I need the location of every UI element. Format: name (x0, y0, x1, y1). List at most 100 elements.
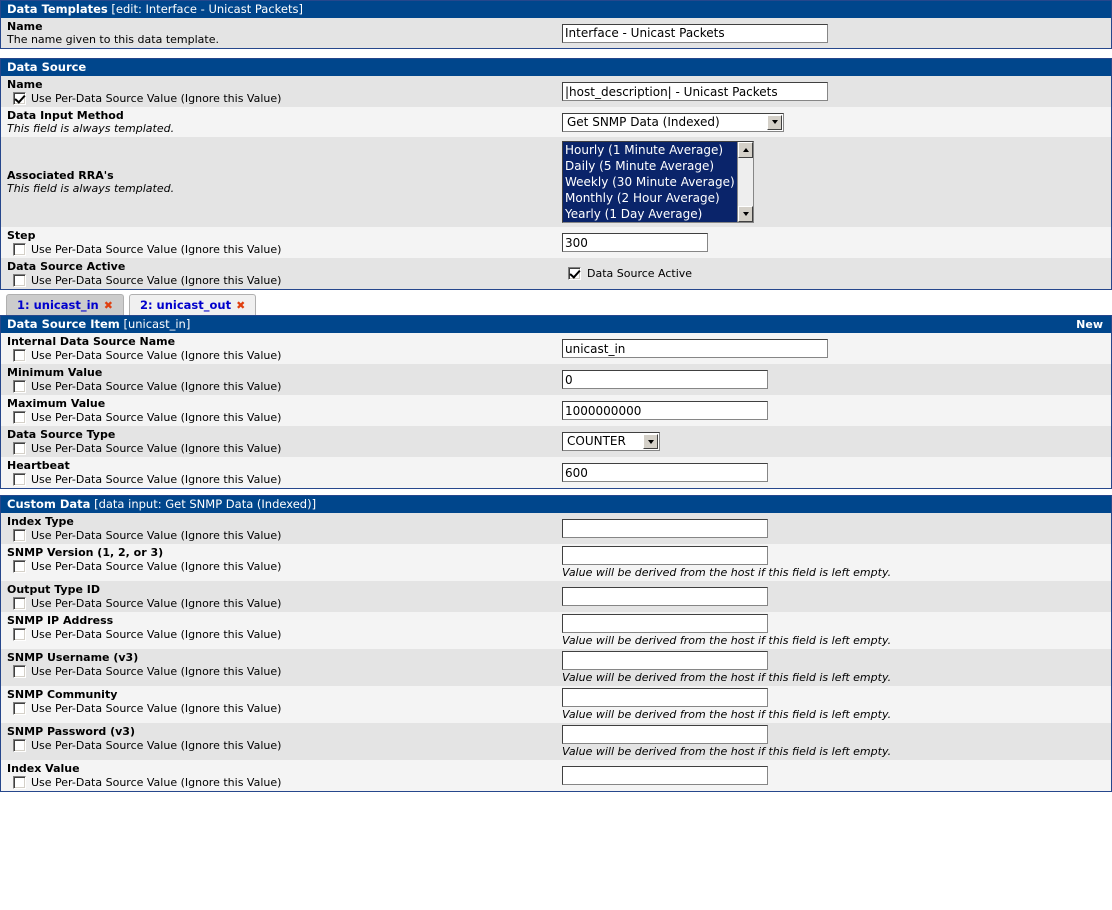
ds-active-per-ds-line[interactable]: Use Per-Data Source Value (Ignore this V… (7, 274, 556, 287)
ds-rra-option[interactable]: Monthly (2 Hour Average) (563, 190, 737, 206)
cd-snmp-ip-right: Value will be derived from the host if t… (556, 612, 1111, 649)
cd-index-value-per-ds-line[interactable]: Use Per-Data Source Value (Ignore this V… (7, 776, 556, 789)
dsi-type-right: COUNTER (556, 426, 1111, 457)
cd-snmp-ip-row: SNMP IP Address Use Per-Data Source Valu… (1, 612, 1111, 649)
ds-rra-option[interactable]: Hourly (1 Minute Average) (563, 142, 737, 158)
cd-snmp-ip-input[interactable] (562, 614, 768, 633)
ds-name-per-ds-line[interactable]: Use Per-Data Source Value (Ignore this V… (7, 92, 556, 105)
new-data-source-item-link[interactable]: New (1076, 316, 1105, 333)
cd-output-type-per-ds-line[interactable]: Use Per-Data Source Value (Ignore this V… (7, 597, 556, 610)
close-icon[interactable]: ✖ (236, 299, 245, 312)
cd-output-type-per-ds-checkbox[interactable] (13, 597, 26, 610)
cd-snmp-password-input[interactable] (562, 725, 768, 744)
cd-index-type-per-ds-line[interactable]: Use Per-Data Source Value (Ignore this V… (7, 529, 556, 542)
data-templates-section: Data Templates [edit: Interface - Unicas… (0, 0, 1112, 49)
cd-output-type-input[interactable] (562, 587, 768, 606)
cd-snmp-password-left: SNMP Password (v3) Use Per-Data Source V… (1, 723, 556, 760)
template-name-input[interactable] (562, 23, 828, 43)
cd-snmp-version-input[interactable] (562, 546, 768, 565)
scrollbar-track[interactable] (738, 158, 753, 206)
cd-snmp-password-per-ds-checkbox[interactable] (13, 739, 26, 752)
cd-index-value-input[interactable] (562, 766, 768, 785)
tab-unicast-out[interactable]: 2: unicast_out ✖ (128, 294, 257, 315)
cd-snmp-password-per-ds-label: Use Per-Data Source Value (Ignore this V… (31, 739, 282, 752)
cd-snmp-community-per-ds-line[interactable]: Use Per-Data Source Value (Ignore this V… (7, 702, 556, 715)
ds-input-method-row: Data Input Method This field is always t… (1, 107, 1111, 137)
dsi-internal-name-input[interactable] (562, 339, 828, 358)
cd-index-type-input[interactable] (562, 519, 768, 538)
ds-step-input[interactable] (562, 233, 708, 252)
ds-rra-label: Associated RRA's (7, 169, 114, 182)
cd-snmp-ip-left: SNMP IP Address Use Per-Data Source Valu… (1, 612, 556, 649)
cd-snmp-version-per-ds-line[interactable]: Use Per-Data Source Value (Ignore this V… (7, 560, 556, 573)
cd-snmp-username-per-ds-checkbox[interactable] (13, 665, 26, 678)
dsi-heartbeat-per-ds-line[interactable]: Use Per-Data Source Value (Ignore this V… (7, 473, 556, 486)
cd-snmp-password-per-ds-line[interactable]: Use Per-Data Source Value (Ignore this V… (7, 739, 556, 752)
dsi-minimum-row: Minimum Value Use Per-Data Source Value … (1, 364, 1111, 395)
ds-rra-option[interactable]: Yearly (1 Day Average) (563, 206, 737, 222)
ds-input-method-left: Data Input Method This field is always t… (1, 107, 556, 137)
ds-step-per-ds-line[interactable]: Use Per-Data Source Value (Ignore this V… (7, 243, 556, 256)
chevron-down-icon[interactable] (767, 114, 782, 130)
dsi-type-label: Data Source Type (7, 428, 116, 441)
cacti-data-template-edit-page: Data Templates [edit: Interface - Unicas… (0, 0, 1112, 910)
ds-step-per-ds-checkbox[interactable] (13, 243, 26, 256)
cd-index-value-left: Index Value Use Per-Data Source Value (I… (1, 760, 556, 791)
dsi-type-left: Data Source Type Use Per-Data Source Val… (1, 426, 556, 457)
cd-snmp-community-per-ds-checkbox[interactable] (13, 702, 26, 715)
dsi-type-select[interactable]: COUNTER (562, 432, 660, 451)
dsi-internal-name-per-ds-checkbox[interactable] (13, 349, 26, 362)
cd-snmp-username-input[interactable] (562, 651, 768, 670)
ds-active-checkbox-label: Data Source Active (587, 267, 693, 280)
data-source-item-title: Data Source Item (7, 317, 120, 331)
dsi-heartbeat-input[interactable] (562, 463, 768, 482)
cd-snmp-password-label: SNMP Password (v3) (7, 725, 135, 738)
cd-index-value-per-ds-checkbox[interactable] (13, 776, 26, 789)
ds-rra-option[interactable]: Daily (5 Minute Average) (563, 158, 737, 174)
ds-active-per-ds-checkbox[interactable] (13, 274, 26, 287)
dsi-maximum-per-ds-checkbox[interactable] (13, 411, 26, 424)
ds-step-per-ds-label: Use Per-Data Source Value (Ignore this V… (31, 243, 282, 256)
ds-rra-option[interactable]: Weekly (30 Minute Average) (563, 174, 737, 190)
data-source-item-subtitle: [unicast_in] (123, 317, 191, 331)
cd-output-type-label: Output Type ID (7, 583, 100, 596)
cd-snmp-username-per-ds-line[interactable]: Use Per-Data Source Value (Ignore this V… (7, 665, 556, 678)
tab-unicast-in[interactable]: 1: unicast_in ✖ (6, 294, 124, 315)
dsi-type-per-ds-checkbox[interactable] (13, 442, 26, 455)
data-source-header: Data Source (1, 59, 1111, 76)
cd-snmp-community-input[interactable] (562, 688, 768, 707)
ds-name-left: Name Use Per-Data Source Value (Ignore t… (1, 76, 556, 107)
ds-rra-scrollbar[interactable] (737, 142, 753, 222)
cd-snmp-version-per-ds-checkbox[interactable] (13, 560, 26, 573)
dsi-minimum-per-ds-checkbox[interactable] (13, 380, 26, 393)
dsi-heartbeat-per-ds-checkbox[interactable] (13, 473, 26, 486)
tab-unicast-out-label: 2: unicast_out (139, 298, 232, 312)
cd-snmp-community-note: Value will be derived from the host if t… (562, 708, 892, 721)
tab-unicast-in-label: 1: unicast_in (17, 298, 99, 312)
ds-name-input[interactable] (562, 82, 828, 101)
close-icon[interactable]: ✖ (104, 299, 113, 312)
ds-input-method-select[interactable]: Get SNMP Data (Indexed) (562, 112, 784, 132)
dsi-maximum-per-ds-label: Use Per-Data Source Value (Ignore this V… (31, 411, 282, 424)
dsi-heartbeat-left: Heartbeat Use Per-Data Source Value (Ign… (1, 457, 556, 488)
cd-snmp-ip-per-ds-checkbox[interactable] (13, 628, 26, 641)
dsi-internal-name-per-ds-line[interactable]: Use Per-Data Source Value (Ignore this V… (7, 349, 556, 362)
ds-rra-listbox[interactable]: Hourly (1 Minute Average) Daily (5 Minut… (562, 141, 754, 223)
dsi-maximum-per-ds-line[interactable]: Use Per-Data Source Value (Ignore this V… (7, 411, 556, 424)
ds-active-checkbox[interactable] (568, 267, 581, 280)
scroll-up-icon[interactable] (738, 142, 753, 158)
dsi-minimum-per-ds-line[interactable]: Use Per-Data Source Value (Ignore this V… (7, 380, 556, 393)
dsi-type-per-ds-line[interactable]: Use Per-Data Source Value (Ignore this V… (7, 442, 556, 455)
cd-snmp-ip-per-ds-line[interactable]: Use Per-Data Source Value (Ignore this V… (7, 628, 556, 641)
dsi-minimum-per-ds-label: Use Per-Data Source Value (Ignore this V… (31, 380, 282, 393)
cd-index-type-per-ds-checkbox[interactable] (13, 529, 26, 542)
custom-data-section: Custom Data [data input: Get SNMP Data (… (0, 495, 1112, 792)
ds-name-per-ds-checkbox[interactable] (13, 92, 26, 105)
dsi-maximum-input[interactable] (562, 401, 768, 420)
ds-active-right: Data Source Active (556, 258, 1111, 289)
dsi-minimum-input[interactable] (562, 370, 768, 389)
ds-active-checkbox-line[interactable]: Data Source Active (562, 267, 1111, 280)
scroll-down-icon[interactable] (738, 206, 753, 222)
chevron-down-icon[interactable] (643, 434, 658, 449)
data-source-item-section: Data Source Item [unicast_in] New Intern… (0, 315, 1112, 489)
